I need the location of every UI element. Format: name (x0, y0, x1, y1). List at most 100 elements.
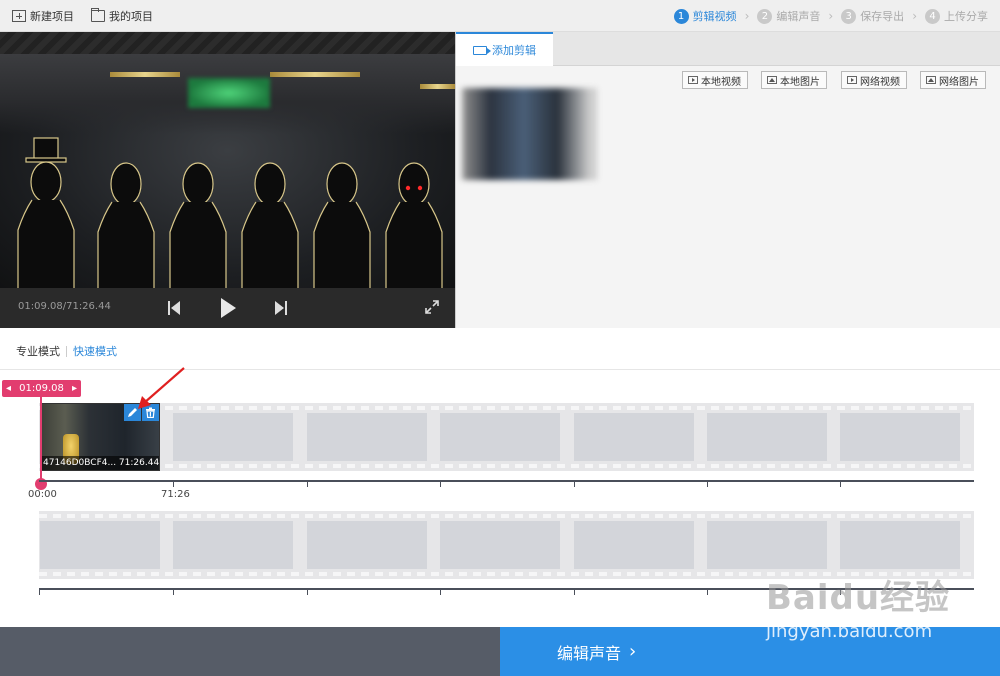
ruler-tick (440, 590, 441, 595)
ruler-tick (307, 482, 308, 487)
video-frame-top (0, 32, 455, 54)
video-track[interactable] (39, 403, 974, 471)
empty-slot[interactable] (440, 413, 560, 461)
empty-slot[interactable] (440, 521, 560, 569)
player-time: 01:09.08/71:26.44 (18, 301, 111, 312)
folder-icon (91, 8, 105, 22)
ruler-tick (173, 482, 174, 487)
my-projects-button[interactable]: 我的项目 (91, 8, 153, 24)
clip-library-panel: 添加剪辑 本地视频 本地图片 网络视频 网络图片 (455, 32, 1000, 328)
caret-left-icon[interactable]: ◂ (6, 383, 11, 394)
empty-slot[interactable] (40, 521, 160, 569)
fullscreen-button[interactable] (424, 299, 440, 315)
ruler-mark-label: 71:26 (161, 489, 190, 500)
empty-slot[interactable] (840, 413, 960, 461)
ruler-tick (39, 590, 40, 595)
ceiling-light (270, 72, 360, 77)
next-edit-audio-button[interactable]: 编辑声音 › (500, 627, 1000, 676)
timeline-clip[interactable]: 47146D0BCF4... 71:26.44 (40, 403, 160, 471)
ruler-tick (707, 590, 708, 595)
step-number: 4 (925, 8, 940, 24)
ruler-start-label: 00:00 (28, 489, 57, 500)
time-ruler (39, 480, 974, 487)
online-video-button[interactable]: 网络视频 (841, 71, 907, 89)
next-button-label: 编辑声音 (557, 643, 622, 663)
ruler-tick (307, 590, 308, 595)
exit-sign (188, 78, 270, 108)
ruler-tick (707, 482, 708, 487)
step-label: 编辑声音 (776, 10, 821, 23)
panel-tabs: 添加剪辑 (456, 32, 1000, 66)
video-file-icon (847, 76, 857, 84)
chevron-right-icon: › (828, 9, 834, 23)
button-label: 本地图片 (780, 76, 820, 88)
skip-forward-icon (275, 301, 287, 315)
image-file-icon (926, 76, 936, 84)
ruler-tick (840, 482, 841, 487)
playhead-line[interactable] (40, 397, 42, 482)
film-perforation (39, 572, 974, 576)
button-label: 本地视频 (701, 76, 741, 88)
empty-slot[interactable] (307, 413, 427, 461)
video-camera-icon (473, 45, 491, 55)
local-image-button[interactable]: 本地图片 (761, 71, 827, 89)
step-number: 2 (757, 8, 773, 24)
empty-slot[interactable] (173, 413, 293, 461)
ruler-tick (840, 590, 841, 595)
step-label: 上传分享 (944, 10, 988, 23)
step-label: 保存导出 (860, 10, 905, 23)
caret-right-icon[interactable]: ▸ (72, 383, 77, 394)
new-project-button[interactable]: 新建项目 (12, 8, 74, 24)
tab-add-clip[interactable]: 添加剪辑 (456, 32, 553, 66)
playhead-time-badge[interactable]: ◂ 01:09.08 ▸ (2, 380, 81, 397)
annotation-arrow (138, 367, 185, 409)
step-edit-video[interactable]: 1 剪辑视频 (673, 8, 737, 24)
empty-slot[interactable] (574, 413, 694, 461)
chevron-right-icon: › (629, 641, 637, 662)
empty-slot[interactable] (840, 521, 960, 569)
time-ruler (39, 588, 974, 595)
step-label: 剪辑视频 (692, 10, 737, 23)
ceiling-light (110, 72, 180, 77)
bottom-bar-left (0, 627, 500, 676)
empty-slot[interactable] (707, 521, 827, 569)
empty-slot[interactable] (307, 521, 427, 569)
chevron-right-icon: › (744, 9, 750, 23)
ruler-tick (440, 482, 441, 487)
step-progress: 1 剪辑视频 › 2 编辑声音 › 3 保存导出 › 4 上传分享 (673, 8, 988, 24)
play-button[interactable] (218, 298, 238, 318)
my-projects-label: 我的项目 (109, 10, 153, 23)
ruler-tick (173, 590, 174, 595)
step-upload-share[interactable]: 4 上传分享 (925, 8, 988, 24)
empty-track[interactable] (39, 511, 974, 579)
next-button[interactable] (271, 298, 291, 318)
clip-label: 47146D0BCF4... 71:26.44 (41, 456, 160, 470)
playhead-time: 01:09.08 (19, 383, 64, 394)
mode-switch: 专业模式 快速模式 (16, 343, 117, 359)
clip-thumbnail[interactable] (461, 88, 597, 180)
video-file-icon (688, 76, 698, 84)
step-edit-audio[interactable]: 2 编辑声音 (757, 8, 820, 24)
video-player[interactable] (0, 32, 455, 328)
top-toolbar: 新建项目 我的项目 1 剪辑视频 › 2 编辑声音 › 3 保存导出 › 4 上… (0, 0, 1000, 32)
local-video-button[interactable]: 本地视频 (682, 71, 748, 89)
quick-mode-link[interactable]: 快速模式 (73, 343, 117, 359)
empty-slot[interactable] (707, 413, 827, 461)
step-number: 3 (841, 8, 857, 24)
new-project-label: 新建项目 (30, 10, 74, 23)
online-image-button[interactable]: 网络图片 (920, 71, 986, 89)
button-label: 网络图片 (939, 76, 979, 88)
step-save-export[interactable]: 3 保存导出 (841, 8, 904, 24)
step-number: 1 (673, 8, 689, 24)
pro-mode-link[interactable]: 专业模式 (16, 343, 60, 359)
skip-back-icon (168, 301, 180, 315)
ceiling-light (420, 84, 455, 89)
image-file-icon (767, 76, 777, 84)
empty-slot[interactable] (574, 521, 694, 569)
previous-button[interactable] (164, 298, 184, 318)
button-label: 网络视频 (860, 76, 900, 88)
tab-label: 添加剪辑 (492, 44, 536, 57)
divider (66, 345, 67, 357)
empty-slot[interactable] (173, 521, 293, 569)
film-perforation (39, 514, 974, 518)
